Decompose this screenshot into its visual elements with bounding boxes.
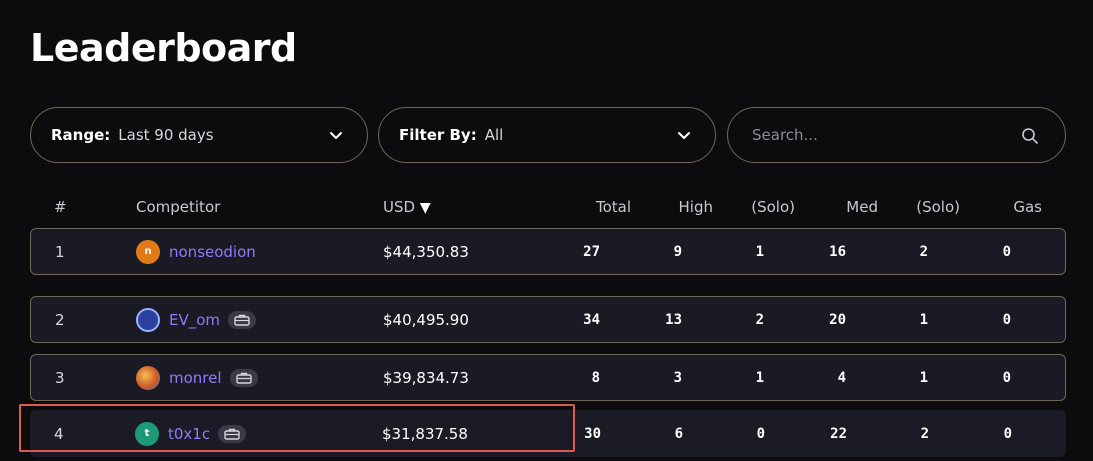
filter-by-select[interactable]: Filter By: All: [378, 107, 716, 163]
gas-cell: 0: [1002, 369, 1011, 386]
header-high[interactable]: High: [640, 198, 713, 218]
range-value: Last 90 days: [118, 126, 214, 144]
usd-cell: $44,350.83: [383, 242, 469, 261]
avatar[interactable]: [136, 365, 160, 390]
table-row[interactable]: 1 n nonseodion $44,350.83 27 9 1 16 2 0: [30, 228, 1066, 275]
med-cell: 22: [830, 425, 847, 442]
usd-cell: $40,495.90: [383, 310, 469, 329]
search-input[interactable]: [752, 126, 1002, 144]
filter-by-label: Filter By:: [399, 126, 477, 144]
rank-cell: 2: [55, 310, 65, 329]
high-solo-cell: 1: [755, 369, 764, 386]
filter-by-value: All: [484, 126, 504, 144]
competitor-cell: t t0x1c: [135, 410, 247, 457]
med-cell: 16: [829, 243, 846, 260]
header-high-solo[interactable]: (Solo): [720, 198, 795, 218]
med-cell: 20: [829, 311, 846, 328]
high-cell: 9: [673, 243, 682, 260]
header-med[interactable]: Med: [800, 198, 878, 218]
briefcase-icon: [229, 368, 258, 387]
gas-cell: 0: [1003, 425, 1012, 442]
leaderboard-page: Leaderboard Range: Last 90 days Filter B…: [0, 0, 1093, 461]
high-cell: 6: [674, 425, 683, 442]
med-cell: 4: [837, 369, 846, 386]
total-cell: 27: [583, 243, 600, 260]
rank-cell: 3: [55, 368, 65, 387]
med-solo-cell: 2: [919, 243, 928, 260]
table-row[interactable]: 4 t t0x1c $31,837.58 30 6 0 22 2 0: [30, 410, 1066, 457]
range-label: Range:: [51, 126, 111, 144]
competitor-name-link[interactable]: monrel: [169, 369, 222, 387]
high-cell: 13: [665, 311, 682, 328]
total-cell: 34: [583, 311, 600, 328]
competitor-name-link[interactable]: EV_om: [169, 311, 220, 329]
rank-cell: 1: [55, 242, 65, 261]
total-cell: 8: [591, 369, 600, 386]
table-row[interactable]: 3 monrel $39,834.73 8 3 1 4 1 0: [30, 354, 1066, 401]
table-row[interactable]: 2 EV_om $40,495.90 34 13 2 20 1 0: [30, 296, 1066, 343]
usd-cell: $31,837.58: [382, 424, 468, 443]
high-cell: 3: [673, 369, 682, 386]
avatar[interactable]: n: [136, 239, 160, 264]
header-total[interactable]: Total: [560, 198, 631, 218]
briefcase-icon: [218, 424, 247, 443]
header-competitor[interactable]: Competitor: [136, 198, 220, 218]
gas-cell: 0: [1002, 243, 1011, 260]
competitor-cell: EV_om: [136, 297, 257, 342]
avatar[interactable]: t: [135, 421, 159, 446]
usd-cell: $39,834.73: [383, 368, 469, 387]
high-solo-cell: 2: [755, 311, 764, 328]
total-cell: 30: [584, 425, 601, 442]
range-select[interactable]: Range: Last 90 days: [30, 107, 368, 163]
competitor-cell: n nonseodion: [136, 229, 256, 274]
chevron-down-icon: [678, 132, 690, 139]
header-usd-label: USD: [383, 198, 416, 216]
med-solo-cell: 2: [920, 425, 929, 442]
header-med-solo[interactable]: (Solo): [880, 198, 960, 218]
med-solo-cell: 1: [919, 369, 928, 386]
chevron-down-icon: [330, 132, 342, 139]
avatar[interactable]: [136, 307, 160, 332]
med-solo-cell: 1: [919, 311, 928, 328]
search-icon[interactable]: [1021, 127, 1039, 145]
competitor-name-link[interactable]: t0x1c: [168, 425, 210, 443]
competitor-name-link[interactable]: nonseodion: [169, 243, 256, 261]
briefcase-icon: [228, 310, 257, 329]
header-rank: #: [54, 198, 67, 216]
rank-cell: 4: [54, 424, 64, 443]
sort-desc-icon: ▼: [419, 200, 431, 216]
search-box[interactable]: [727, 107, 1066, 163]
header-gas[interactable]: Gas: [970, 198, 1042, 218]
gas-cell: 0: [1002, 311, 1011, 328]
competitor-cell: monrel: [136, 355, 258, 400]
page-title: Leaderboard: [30, 26, 297, 70]
header-usd[interactable]: USD ▼: [383, 198, 431, 218]
high-solo-cell: 1: [755, 243, 764, 260]
high-solo-cell: 0: [756, 425, 765, 442]
